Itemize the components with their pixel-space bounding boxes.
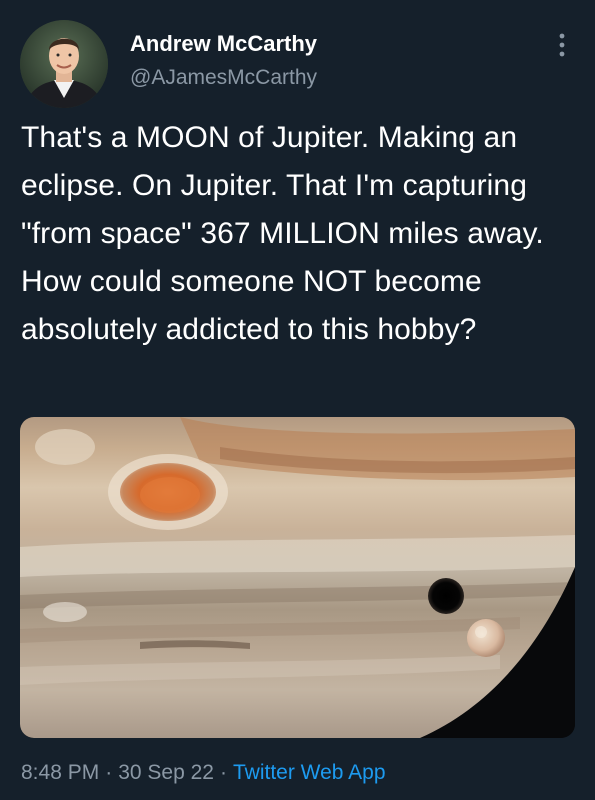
tweet-photo[interactable] (20, 417, 575, 738)
author-info: Andrew McCarthy @AJamesMcCarthy (130, 30, 317, 91)
meta-separator: · (219, 761, 227, 784)
jupiter-photo (20, 417, 575, 738)
tweet-source-link[interactable]: Twitter Web App (233, 761, 386, 784)
more-options-button[interactable] (552, 30, 572, 60)
tweet-text: That's a MOON of Jupiter. Making an ecli… (21, 121, 544, 346)
more-vertical-icon (559, 33, 565, 57)
author-handle[interactable]: @AJamesMcCarthy (130, 65, 317, 91)
tweet-card: Andrew McCarthy @AJamesMcCarthy That's a… (0, 0, 595, 800)
tweet-meta: 8:48 PM · 30 Sep 22 · Twitter Web App (21, 758, 386, 788)
avatar[interactable] (20, 20, 108, 108)
tweet-time[interactable]: 8:48 PM (21, 761, 99, 784)
meta-separator: · (105, 761, 113, 784)
author-display-name[interactable]: Andrew McCarthy (130, 30, 317, 58)
tweet-date[interactable]: 30 Sep 22 (118, 761, 214, 784)
